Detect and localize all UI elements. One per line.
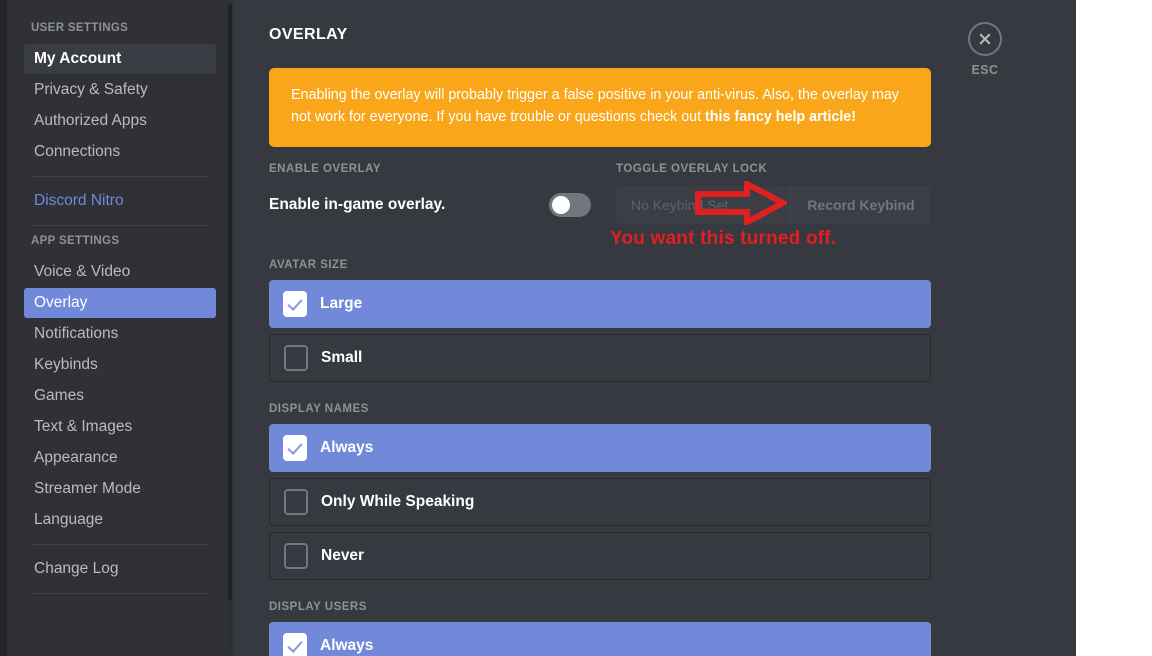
sidebar-item-streamer-mode[interactable]: Streamer Mode — [24, 474, 216, 504]
sidebar-group-header-user-settings: User Settings — [31, 22, 129, 34]
close-icon — [968, 22, 1002, 56]
toggle-knob — [552, 196, 570, 214]
display-names-option-never[interactable]: Never — [269, 532, 931, 580]
sidebar-item-label: Discord Nitro — [34, 192, 124, 209]
sidebar-item-label: Appearance — [34, 449, 118, 466]
sidebar-item-label: Overlay — [34, 294, 88, 311]
option-label: Large — [320, 295, 363, 312]
option-label: Only While Speaking — [321, 493, 475, 510]
checkbox-unchecked-icon[interactable] — [284, 345, 308, 371]
checkbox-unchecked-icon[interactable] — [284, 489, 308, 515]
enable-overlay-toggle[interactable] — [549, 193, 591, 217]
sidebar-item-connections[interactable]: Connections — [24, 137, 216, 167]
sidebar-item-language[interactable]: Language — [24, 505, 216, 535]
sidebar-item-label: Voice & Video — [34, 263, 131, 280]
avatar-size-option-large[interactable]: Large — [269, 280, 931, 328]
close-settings-button[interactable]: ESC — [955, 22, 1015, 77]
sidebar-item-label: Connections — [34, 143, 121, 160]
sidebar-item-change-log[interactable]: Change Log — [24, 554, 216, 584]
sidebar-item-label: Change Log — [34, 560, 119, 577]
sidebar-item-my-account[interactable]: My Account — [24, 44, 216, 74]
section-label-enable-overlay: Enable Overlay — [269, 163, 382, 175]
display-names-option-always[interactable]: Always — [269, 424, 931, 472]
option-label: Never — [321, 547, 365, 564]
sidebar-item-notifications[interactable]: Notifications — [24, 319, 216, 349]
sidebar-item-label: My Account — [34, 50, 122, 67]
sidebar-item-authorized-apps[interactable]: Authorized Apps — [24, 106, 216, 136]
settings-sidebar: User Settings My Account Privacy & Safet… — [7, 0, 233, 656]
enable-overlay-row-label: Enable in-game overlay. — [269, 196, 446, 213]
sidebar-divider-4 — [31, 593, 209, 594]
sidebar-item-discord-nitro[interactable]: Discord Nitro — [24, 186, 216, 216]
esc-label: ESC — [971, 63, 999, 77]
option-label: Small — [321, 349, 363, 366]
sidebar-scrollbar-thumb[interactable] — [228, 4, 232, 600]
checkbox-unchecked-icon[interactable] — [284, 543, 308, 569]
sidebar-item-privacy-and-safety[interactable]: Privacy & Safety — [24, 75, 216, 105]
sidebar-item-overlay[interactable]: Overlay — [24, 288, 216, 318]
window-left-gutter — [0, 0, 7, 656]
sidebar-item-voice-and-video[interactable]: Voice & Video — [24, 257, 216, 287]
option-label: Always — [320, 439, 374, 456]
section-label-avatar-size: Avatar Size — [269, 259, 348, 271]
sidebar-item-label: Authorized Apps — [34, 112, 147, 129]
overlay-warning-banner: Enabling the overlay will probably trigg… — [269, 68, 931, 148]
display-names-option-only-while-speaking[interactable]: Only While Speaking — [269, 478, 931, 526]
page-title: Overlay — [269, 26, 348, 43]
section-label-toggle-overlay-lock: Toggle Overlay Lock — [616, 163, 768, 175]
sidebar-item-label: Text & Images — [34, 418, 133, 435]
sidebar-divider-1 — [31, 176, 209, 177]
checkbox-checked-icon[interactable] — [283, 435, 307, 461]
sidebar-item-label: Language — [34, 511, 103, 528]
annotation-text: You want this turned off. — [610, 228, 837, 249]
section-label-display-names: Display Names — [269, 403, 369, 415]
avatar-size-option-small[interactable]: Small — [269, 334, 931, 382]
sidebar-item-label: Streamer Mode — [34, 480, 141, 497]
banner-help-link[interactable]: this fancy help article! — [705, 109, 856, 125]
sidebar-item-label: Notifications — [34, 325, 119, 342]
overlay-settings-pane: Overlay ESC Enabling the overlay will pr… — [233, 0, 1076, 656]
sidebar-item-text-and-images[interactable]: Text & Images — [24, 412, 216, 442]
sidebar-item-games[interactable]: Games — [24, 381, 216, 411]
sidebar-item-label: Games — [34, 387, 84, 404]
section-label-display-users: Display Users — [269, 601, 367, 613]
display-users-option-always[interactable]: Always — [269, 622, 931, 656]
option-label: Always — [320, 637, 374, 654]
sidebar-item-label: Privacy & Safety — [34, 81, 148, 98]
checkbox-checked-icon[interactable] — [283, 291, 307, 317]
checkbox-checked-icon[interactable] — [283, 633, 307, 656]
keybind-empty-label: No Keybind Set — [616, 186, 791, 224]
sidebar-group-header-app-settings: App Settings — [31, 235, 120, 247]
discord-user-settings-window: User Settings My Account Privacy & Safet… — [0, 0, 1152, 656]
record-keybind-button[interactable]: Record Keybind — [791, 197, 931, 213]
sidebar-item-appearance[interactable]: Appearance — [24, 443, 216, 473]
overlay-lock-keybind-field[interactable]: No Keybind Set Record Keybind — [616, 186, 931, 224]
sidebar-divider-2 — [31, 225, 209, 226]
sidebar-item-label: Keybinds — [34, 356, 98, 373]
sidebar-divider-3 — [31, 544, 209, 545]
sidebar-item-keybinds[interactable]: Keybinds — [24, 350, 216, 380]
